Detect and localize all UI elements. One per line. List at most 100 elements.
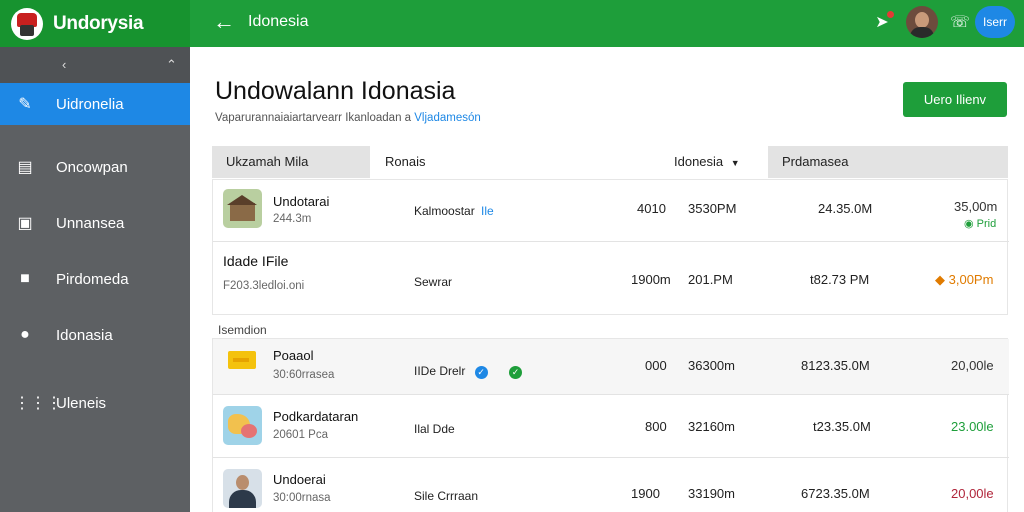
row-col-c: 6723.35.0M [801,486,870,501]
sidebar-item-uleneis[interactable]: ⋮⋮⋮ Uleneis [0,375,190,431]
row-subtext: 20601 Pca [273,429,328,441]
sidebar-item-label: Unnansea [56,214,125,232]
user-avatar[interactable] [906,6,938,38]
badge-label: Prid [976,218,997,230]
sidebar-item-label: Pirdomeda [56,270,129,288]
table-card: Poaaol 30:60rrasea IIDe Drelr ✓ ✓ 000 36… [212,338,1009,512]
row-col-c: 24.35.0M [818,201,873,216]
column-header-1[interactable]: Ukzamah Mila [212,146,370,178]
status-check-icon: ✓ [509,366,523,379]
sidebar-item-label: Uidronelia [56,95,124,113]
group-label: Isemdion [218,323,267,337]
row-col-b: 201.PM [688,272,733,287]
brand-name: Undorysia [53,12,144,34]
chevron-left-icon[interactable]: ‹ [62,57,66,72]
diamond-icon: ◆ [935,272,945,287]
shield-check-icon: ◉ [964,218,974,230]
row-name: Poaaol [273,348,314,363]
row-col-b: 32160m [688,419,735,434]
row-col-a: 4010 [637,201,666,216]
row-name: Undoerai [273,472,326,487]
brand[interactable]: Undorysia [0,0,190,47]
row-seller: Sewrar [414,275,453,289]
row-col-d: 20,00le [951,486,994,501]
house-thumbnail [223,189,262,228]
map-thumbnail [223,406,262,445]
chat-icon: ● [20,326,30,343]
clipboard-icon: ▤ [17,159,33,176]
row-seller: Kalmoostar Ile [414,204,494,218]
table-header: Ukzamah Mila Ronais Idonesia ▼ Prdamasea [212,146,1008,178]
row-col-d: 23.00le [951,419,994,434]
page-subtitle: Vaparurannaiaiartarvearr Ikanloadan a Vl… [215,112,481,124]
sidebar: ‹ ⌃ ✎ Uidronelia ▤ Oncowpan ▣ Unnansea ■… [0,47,190,512]
seller-tag[interactable]: Ile [481,204,494,218]
sidebar-item-unnansea[interactable]: ▣ Unnansea [0,195,190,251]
row-subtext: 30:00rnasa [273,492,331,504]
row-col-c: t23.35.0M [813,419,871,434]
notification-icon[interactable]: ➤ [869,10,895,36]
row-col-c: t82.73 PM [810,272,870,287]
seller-name: Kalmoostar [414,204,475,218]
row-col-d: 20,00le [951,358,994,373]
verified-check-icon: ✓ [474,366,488,379]
sidebar-item-idonasia[interactable]: ● Idonasia [0,307,190,363]
row-name: Undotarai [273,194,330,209]
row-col-a: 1900m [631,272,671,287]
row-subtext: F203.3ledloi.oni [223,280,305,292]
row-col-d-value: 3,00Pm [948,272,994,287]
main-content: Undowalann Idonasia Vaparurannaiaiartarv… [190,47,1024,512]
row-col-b: 33190m [688,486,735,501]
folder-icon: ▣ [17,215,33,232]
row-col-b: 3530PM [688,201,737,216]
row-col-c: 8123.35.0M [801,358,870,373]
top-title: Idonesia [248,13,309,30]
row-col-d: ◆ 3,00Pm [935,272,993,288]
flag-icon [228,351,256,369]
table-row[interactable]: Idade IFile F203.3ledloi.oni Sewrar 1900… [213,242,1009,314]
row-seller: Ilal Dde [414,422,455,436]
row-name: Idade IFile [223,253,289,269]
row-col-a: 000 [645,358,667,373]
row-seller: IIDe Drelr ✓ ✓ [414,364,523,379]
table-row[interactable]: Undotarai 244.3m Kalmoostar Ile 4010 353… [213,180,1009,242]
brand-logo [11,7,43,40]
column-header-4[interactable]: Prdamasea [768,146,1008,178]
edit-icon: ✎ [18,96,32,113]
sidebar-item-label: Oncowpan [56,158,128,176]
row-col-a: 1900 [631,486,660,501]
table-card: Undotarai 244.3m Kalmoostar Ile 4010 353… [212,179,1009,315]
sidebar-item-label: Uleneis [56,394,107,412]
sidebar-item-label: Idonasia [56,326,113,344]
primary-action-button[interactable]: Uero Ilienv [903,82,1007,117]
column-header-3-label: Idonesia [674,154,724,169]
table-row[interactable]: Poaaol 30:60rrasea IIDe Drelr ✓ ✓ 000 36… [213,339,1009,395]
grid-icon: ⋮⋮⋮ [14,395,62,412]
notification-dot [887,11,894,18]
row-col-d: 35,00m [954,199,998,214]
row-seller: Sile Crrraan [414,489,479,503]
back-arrow-icon[interactable]: ← [210,9,238,37]
row-badge: ◉ Prid [964,217,996,230]
column-header-3-dropdown[interactable]: Idonesia ▼ [674,146,768,178]
row-name: Podkardataran [273,409,359,424]
table-row[interactable]: Undoerai 30:00rnasa Sile Crrraan 1900 33… [213,458,1009,512]
row-col-a: 800 [645,419,667,434]
sidebar-collapse-strip: ‹ ⌃ [0,47,190,83]
page-title: Undowalann Idonasia [215,77,456,105]
row-subtext: 30:60rrasea [273,369,335,381]
page-subtitle-link[interactable]: Vljadamesón [414,112,480,124]
user-pill-button[interactable]: Iserr [975,6,1015,38]
sidebar-item-oncowpan[interactable]: ▤ Oncowpan [0,139,190,195]
table-row[interactable]: Podkardataran 20601 Pca Ilal Dde 800 321… [213,395,1009,458]
dropdown-caret-icon: ▼ [730,158,740,168]
row-subtext: 244.3m [273,213,312,225]
sidebar-item-uidronelia[interactable]: ✎ Uidronelia [0,83,190,125]
chevron-up-icon[interactable]: ⌃ [166,57,177,73]
row-col-b: 36300m [688,358,735,373]
seller-name: IIDe Drelr [414,364,466,378]
top-app-bar: Undorysia ← Idonesia ➤ ☏ Iserr [0,0,1024,47]
phone-icon[interactable]: ☏ [947,10,973,36]
building-icon: ■ [20,270,30,287]
sidebar-item-pirdomeda[interactable]: ■ Pirdomeda [0,251,190,307]
